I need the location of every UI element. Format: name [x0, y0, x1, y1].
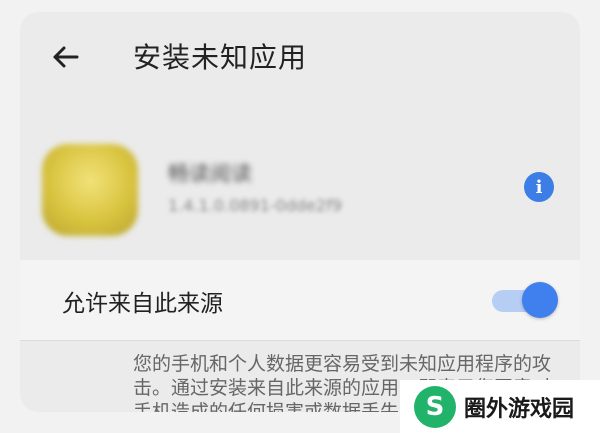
app-icon — [42, 144, 138, 236]
watermark-logo-icon: S — [414, 385, 456, 428]
arrow-left-icon — [53, 46, 79, 68]
allow-source-label: 允许来自此来源 — [62, 291, 223, 317]
app-name: 畅读阅读 — [168, 162, 252, 186]
app-version: 1.4.1.0.0891-0dde2f9 — [168, 196, 342, 215]
watermark-logo-glyph: S — [425, 391, 445, 422]
allow-source-toggle[interactable] — [492, 282, 558, 318]
settings-card: 安装未知应用 畅读阅读 1.4.1.0.0891-0dde2f9 i 允许来自此… — [20, 12, 580, 412]
watermark-text: 圈外游戏园 — [464, 396, 575, 422]
back-button[interactable] — [48, 40, 82, 74]
allow-source-row[interactable]: 允许来自此来源 — [20, 260, 580, 341]
page-title: 安装未知应用 — [133, 41, 308, 74]
toggle-thumb — [522, 282, 558, 318]
watermark: S 圈外游戏园 — [400, 380, 600, 433]
info-symbol: i — [535, 176, 543, 198]
app-bar: 安装未知应用 — [20, 12, 580, 104]
info-icon[interactable]: i — [524, 172, 554, 202]
app-info-row: 畅读阅读 1.4.1.0.0891-0dde2f9 i — [20, 124, 580, 244]
